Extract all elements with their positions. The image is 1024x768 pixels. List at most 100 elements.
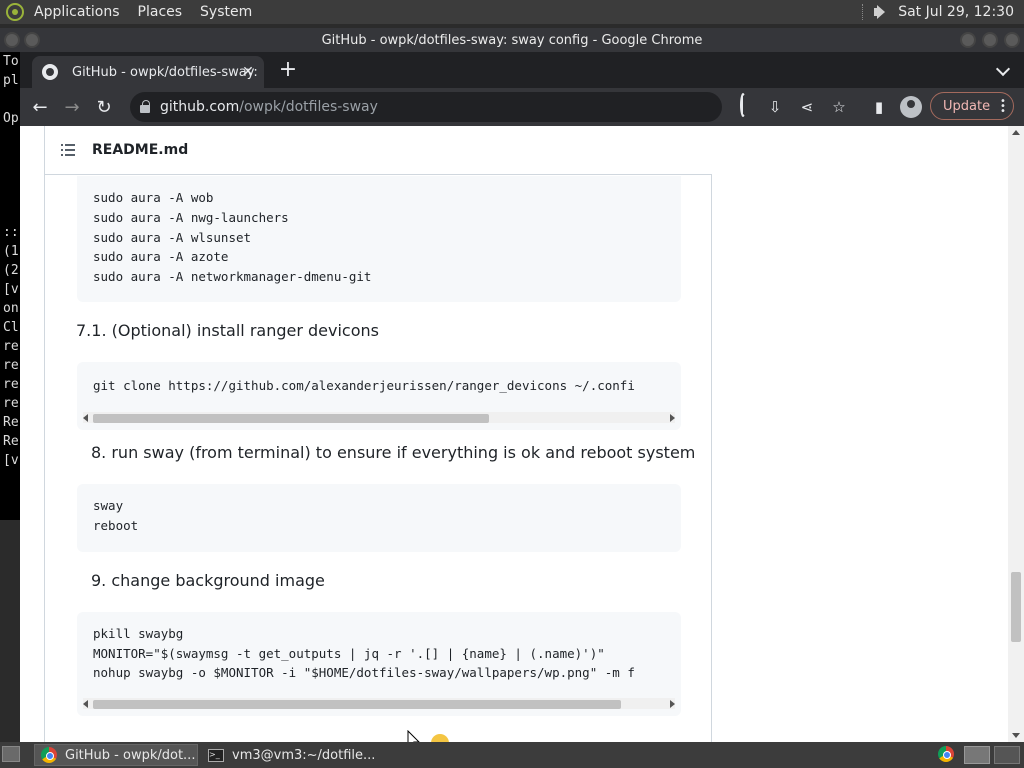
close-window-button[interactable] xyxy=(1004,32,1020,48)
system-menu[interactable]: System xyxy=(200,4,252,20)
chrome-icon xyxy=(41,747,57,763)
taskbar-item-chrome[interactable]: GitHub - owpk/dot... xyxy=(34,744,198,766)
chrome-window: GitHub - owpk/dotfiles-sway: sway config… xyxy=(0,28,1024,742)
code-line: git clone https://github.com/alexanderje… xyxy=(93,378,635,393)
scroll-right-icon[interactable] xyxy=(670,700,675,708)
scroll-up-icon[interactable] xyxy=(1012,130,1020,135)
share-icon[interactable]: ⋖ xyxy=(797,97,817,117)
heading-9: 9. change background image xyxy=(91,571,325,590)
background-terminal[interactable]: To pl Op :: (1 (2 [v on Cl re re re re R… xyxy=(0,52,20,520)
code-line: sudo aura -A networkmanager-dmenu-git xyxy=(93,269,372,284)
terminal-line: [v xyxy=(3,453,19,468)
back-button[interactable]: ← xyxy=(24,91,56,123)
code-block-aura[interactable]: sudo aura -A wob sudo aura -A nwg-launch… xyxy=(77,176,681,302)
tab-strip: GitHub - owpk/dotfiles-sway: ✕ + xyxy=(20,52,1024,88)
heading-partial xyxy=(91,734,449,742)
terminal-line: pl xyxy=(3,73,19,88)
horizontal-scrollbar[interactable] xyxy=(83,412,675,423)
code-block-sway[interactable]: sway reboot xyxy=(77,484,681,552)
scrollbar-thumb[interactable] xyxy=(93,414,489,423)
scroll-down-icon[interactable] xyxy=(1012,733,1020,738)
taskbar-item-label: vm3@vm3:~/dotfile... xyxy=(232,747,376,763)
more-menu-icon[interactable]: • • • xyxy=(1000,97,1006,117)
terminal-line: (2 xyxy=(3,263,19,278)
tab-github[interactable]: GitHub - owpk/dotfiles-sway: ✕ xyxy=(32,56,264,88)
volume-icon[interactable] xyxy=(874,5,888,19)
window-shade-button[interactable] xyxy=(24,32,40,48)
applications-menu[interactable]: Applications xyxy=(34,4,120,20)
update-button[interactable]: Update • • • xyxy=(930,92,1014,120)
forward-button[interactable]: → xyxy=(56,91,88,123)
readme-header: README.md xyxy=(45,126,712,175)
terminal-line: :: xyxy=(3,225,19,240)
terminal-line: Cl xyxy=(3,320,19,335)
terminal-line: Re xyxy=(3,415,19,430)
github-favicon-icon xyxy=(42,64,58,80)
distro-logo-icon[interactable] xyxy=(6,3,24,21)
window-menu-button[interactable] xyxy=(4,32,20,48)
taskbar-item-terminal[interactable]: >_ vm3@vm3:~/dotfile... xyxy=(202,744,402,766)
maximize-button[interactable] xyxy=(982,32,998,48)
code-line: sudo aura -A nwg-launchers xyxy=(93,210,289,225)
outline-list-icon[interactable] xyxy=(61,144,75,156)
code-block-git-clone[interactable]: git clone https://github.com/alexanderje… xyxy=(77,362,681,430)
code-line: sudo aura -A azote xyxy=(93,249,229,264)
page-viewport[interactable]: README.md sudo aura -A wob sudo aura -A … xyxy=(20,126,1024,742)
url-path: /owpk/dotfiles-sway xyxy=(239,99,378,115)
taskbar-item-label: GitHub - owpk/dot... xyxy=(65,747,196,763)
window-titlebar[interactable]: GitHub - owpk/dotfiles-sway: sway config… xyxy=(0,28,1024,52)
workspace-1-icon[interactable] xyxy=(964,746,990,764)
show-desktop-icon[interactable] xyxy=(2,746,20,762)
tray-chrome-icon[interactable] xyxy=(938,746,954,762)
window-title: GitHub - owpk/dotfiles-sway: sway config… xyxy=(321,32,703,48)
code-line: pkill swaybg xyxy=(93,626,184,641)
minimize-button[interactable] xyxy=(960,32,976,48)
clock[interactable]: Sat Jul 29, 12:30 xyxy=(898,4,1014,20)
panel-separator xyxy=(862,4,864,20)
cat-emoji-icon xyxy=(431,734,449,742)
tab-title: GitHub - owpk/dotfiles-sway: xyxy=(72,64,258,80)
scroll-left-icon[interactable] xyxy=(83,414,88,422)
code-line: nohup swaybg -o $MONITOR -i "$HOME/dotfi… xyxy=(93,665,635,680)
code-line: MONITOR="$(swaymsg -t get_outputs | jq -… xyxy=(93,646,605,661)
scrollbar-thumb[interactable] xyxy=(93,700,621,709)
lock-icon[interactable] xyxy=(140,100,150,113)
code-line: sudo aura -A wlsunset xyxy=(93,230,252,245)
new-tab-button[interactable]: + xyxy=(278,59,298,81)
side-panel-icon[interactable]: ▮ xyxy=(869,97,889,117)
bookmark-star-icon[interactable]: ☆ xyxy=(829,97,849,117)
workspace-2-icon[interactable] xyxy=(994,746,1020,764)
terminal-icon: >_ xyxy=(208,748,224,762)
readme-title: README.md xyxy=(92,142,189,158)
url-host: github.com xyxy=(160,99,240,115)
terminal-line: re xyxy=(3,396,19,411)
reload-button[interactable]: ↻ xyxy=(88,91,120,123)
readme-container: README.md sudo aura -A wob sudo aura -A … xyxy=(44,126,712,742)
terminal-line: re xyxy=(3,358,19,373)
vertical-scrollbar[interactable] xyxy=(1008,126,1024,742)
address-bar[interactable]: github.com/owpk/dotfiles-sway xyxy=(130,92,722,122)
close-tab-icon[interactable]: ✕ xyxy=(240,64,256,80)
code-line: sway xyxy=(93,498,124,513)
heading-8: 8. run sway (from terminal) to ensure if… xyxy=(91,443,696,462)
terminal-line: re xyxy=(3,339,19,354)
vertical-scrollbar-thumb[interactable] xyxy=(1011,572,1021,642)
tab-search-chevron-icon[interactable] xyxy=(995,61,1011,77)
install-app-icon[interactable]: ⇩ xyxy=(765,97,785,117)
code-block-swaybg[interactable]: pkill swaybg MONITOR="$(swaymsg -t get_o… xyxy=(77,612,681,716)
terminal-line: [v xyxy=(3,282,19,297)
scroll-left-icon[interactable] xyxy=(83,700,88,708)
code-line: reboot xyxy=(93,518,139,533)
profile-avatar[interactable] xyxy=(900,96,922,118)
horizontal-scrollbar[interactable] xyxy=(83,698,675,709)
google-lens-icon[interactable] xyxy=(733,93,753,117)
scroll-right-icon[interactable] xyxy=(670,414,675,422)
browser-toolbar: ← → ↻ github.com/owpk/dotfiles-sway ⇩ ⋖ … xyxy=(20,88,1024,126)
places-menu[interactable]: Places xyxy=(138,4,183,20)
